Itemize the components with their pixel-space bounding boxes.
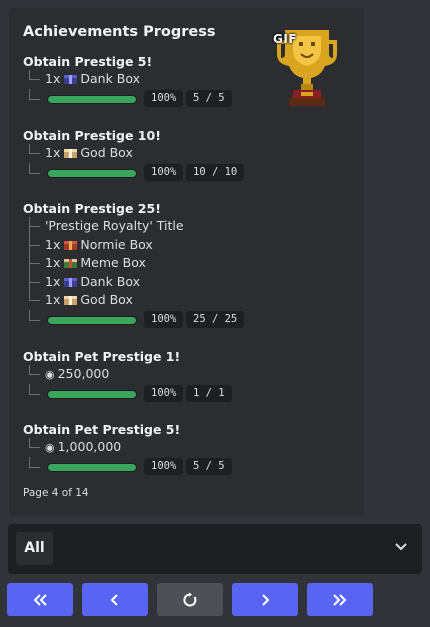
reward-name: Meme Box	[80, 255, 146, 270]
refresh-button[interactable]	[157, 583, 223, 616]
dank-box-icon	[64, 75, 78, 84]
progress-bar	[47, 94, 137, 104]
chevron-down-icon	[395, 543, 407, 551]
last-page-button[interactable]	[307, 583, 373, 616]
progress-row: 100% 1 / 1	[23, 383, 353, 404]
achievement-title: Obtain Pet Prestige 1!	[23, 349, 181, 364]
achievement-title: Obtain Prestige 5!	[23, 54, 153, 69]
progress-row: 100% 10 / 10	[23, 162, 353, 183]
reward-line: 1x Meme Box	[23, 254, 353, 273]
chevron-left-icon	[110, 593, 118, 606]
reward-qty: 1x	[45, 71, 61, 86]
achievements-embed: Achievements Progress GIF Obtain Prestig…	[9, 8, 364, 516]
first-page-button[interactable]	[7, 583, 73, 616]
progress-count: 10 / 10	[186, 163, 245, 181]
progress-percent: 100%	[144, 457, 184, 475]
reward-name: 1,000,000	[57, 439, 122, 454]
reward-name: God Box	[80, 145, 133, 160]
normie-box-icon	[64, 240, 78, 250]
achievement-prestige-5: Obtain Prestige 5! 1x Dank Box 100% 5 / 5	[23, 54, 353, 109]
reward-line: 'Prestige Royalty' Title	[23, 217, 353, 236]
reward-line: ◉ 1,000,000	[23, 438, 353, 457]
reward-qty: 1x	[45, 292, 61, 307]
gif-badge: GIF	[273, 32, 298, 46]
reward-name: God Box	[80, 292, 133, 307]
progress-count: 1 / 1	[186, 384, 232, 402]
progress-row: 100% 5 / 5	[23, 88, 353, 109]
progress-bar	[47, 462, 137, 472]
reward-line: 1x Normie Box	[23, 235, 353, 255]
progress-percent: 100%	[144, 163, 184, 181]
reward-name: Dank Box	[80, 71, 141, 86]
achievement-prestige-25: Obtain Prestige 25! 'Prestige Royalty' T…	[23, 201, 353, 330]
reward-qty: 1x	[45, 145, 61, 160]
reward-line: 1x God Box	[23, 291, 353, 310]
dank-box-icon	[64, 277, 78, 287]
achievement-title: Obtain Prestige 25!	[23, 201, 161, 216]
category-select[interactable]: All	[8, 524, 422, 574]
embed-footer: Page 4 of 14	[23, 487, 89, 499]
progress-bar	[47, 168, 137, 178]
progress-percent: 100%	[144, 89, 184, 107]
meme-box-icon	[64, 259, 78, 268]
reward-line: 1x God Box	[23, 144, 353, 163]
progress-count: 5 / 5	[186, 457, 232, 475]
double-chevron-right-icon	[333, 593, 347, 606]
progress-row: 100% 25 / 25	[23, 309, 353, 330]
achievement-title: Obtain Pet Prestige 5!	[23, 422, 181, 437]
progress-bar	[47, 389, 137, 399]
progress-count: 5 / 5	[186, 89, 232, 107]
progress-percent: 100%	[144, 310, 184, 328]
embed-title: Achievements Progress	[23, 24, 216, 40]
progress-row: 100% 5 / 5	[23, 456, 353, 477]
chevron-right-icon	[262, 593, 270, 606]
coin-icon: ◉	[45, 368, 55, 381]
reward-line: 1x Dank Box	[23, 272, 353, 292]
refresh-icon	[183, 592, 197, 606]
progress-percent: 100%	[144, 384, 184, 402]
achievement-pet-prestige-5: Obtain Pet Prestige 5! ◉ 1,000,000 100% 5…	[23, 422, 353, 477]
progress-count: 25 / 25	[186, 310, 245, 328]
reward-name: 'Prestige Royalty' Title	[45, 218, 184, 233]
reward-qty: 1x	[45, 273, 61, 289]
progress-bar	[47, 315, 137, 325]
next-page-button[interactable]	[232, 583, 298, 616]
reward-name: 250,000	[57, 366, 110, 381]
double-chevron-left-icon	[33, 593, 47, 606]
achievement-title: Obtain Prestige 10!	[23, 128, 161, 143]
achievement-prestige-10: Obtain Prestige 10! 1x God Box 100% 10 / …	[23, 128, 353, 183]
reward-name: Normie Box	[80, 236, 153, 252]
achievement-pet-prestige-1: Obtain Pet Prestige 1! ◉ 250,000 100% 1 /…	[23, 349, 353, 404]
reward-qty: 1x	[45, 236, 61, 252]
god-box-icon	[64, 149, 78, 158]
reward-line: ◉ 250,000	[23, 365, 353, 384]
reward-qty: 1x	[45, 255, 61, 270]
previous-page-button[interactable]	[82, 583, 148, 616]
coin-icon: ◉	[45, 441, 55, 454]
selected-option: All	[16, 532, 53, 565]
reward-name: Dank Box	[80, 273, 141, 289]
reward-line: 1x Dank Box	[23, 70, 353, 89]
god-box-icon	[64, 296, 78, 305]
